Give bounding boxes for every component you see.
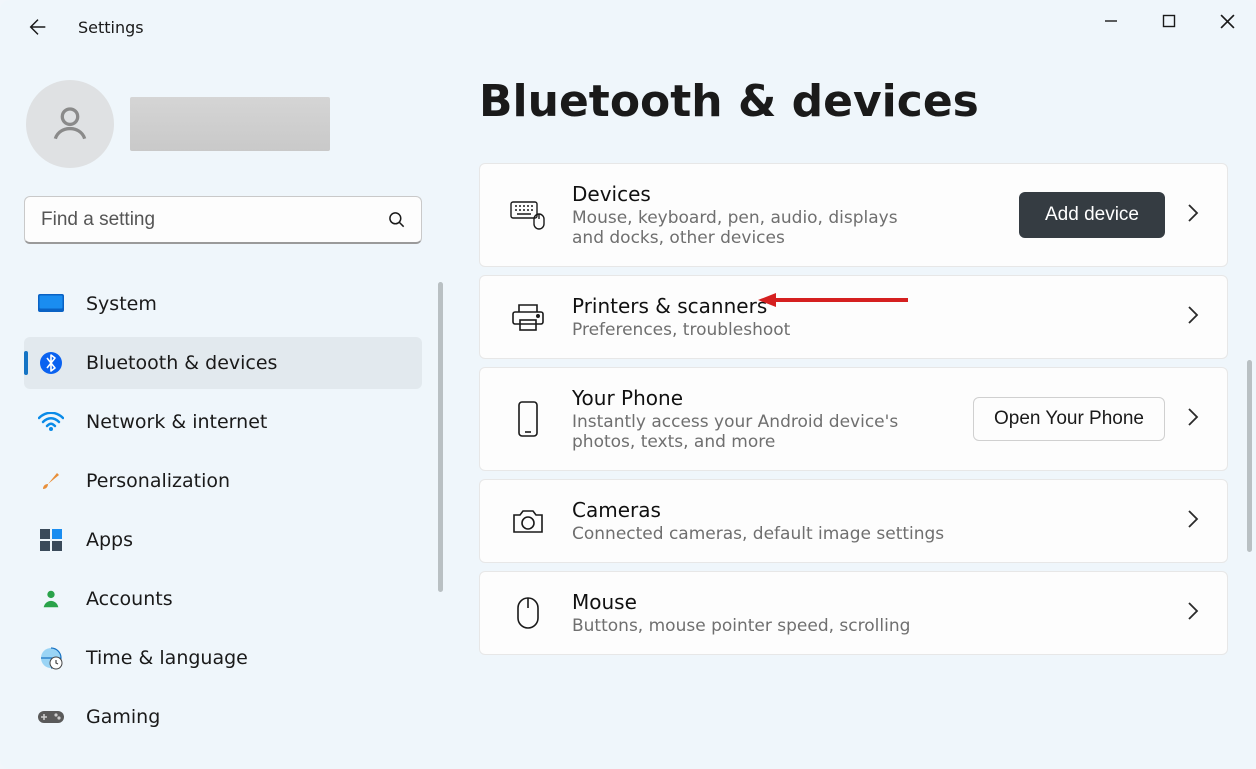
mouse-icon	[510, 593, 546, 633]
chevron-right-icon	[1187, 510, 1199, 533]
search-input[interactable]	[39, 208, 387, 232]
card-subtitle: Buttons, mouse pointer speed, scrolling	[572, 616, 1161, 636]
chevron-right-icon	[1187, 602, 1199, 625]
main-scrollbar[interactable]	[1247, 360, 1252, 552]
clock-globe-icon	[38, 645, 64, 671]
card-subtitle: Mouse, keyboard, pen, audio, displays an…	[572, 208, 932, 248]
sidebar-item-label: Apps	[86, 529, 133, 551]
back-button[interactable]	[18, 7, 58, 47]
sidebar-item-label: System	[86, 293, 157, 315]
search-icon	[387, 210, 407, 230]
chevron-right-icon	[1187, 408, 1199, 431]
card-subtitle: Connected cameras, default image setting…	[572, 524, 1161, 544]
wifi-icon	[38, 409, 64, 435]
card-title: Mouse	[572, 590, 1161, 614]
titlebar: Settings	[0, 0, 1256, 54]
bluetooth-icon	[38, 350, 64, 376]
sidebar-item-label: Accounts	[86, 588, 173, 610]
window-controls	[1082, 0, 1256, 42]
arrow-left-icon	[27, 16, 49, 38]
camera-icon	[510, 501, 546, 541]
card-subtitle: Instantly access your Android device's p…	[572, 412, 932, 452]
apps-icon	[38, 527, 64, 553]
card-cameras[interactable]: Cameras Connected cameras, default image…	[479, 479, 1228, 563]
brush-icon	[38, 468, 64, 494]
sidebar-item-time-language[interactable]: Time & language	[24, 632, 422, 684]
page-title: Bluetooth & devices	[479, 76, 1228, 127]
card-printers-scanners[interactable]: Printers & scanners Preferences, trouble…	[479, 275, 1228, 359]
user-row[interactable]	[26, 80, 455, 168]
card-title: Printers & scanners	[572, 294, 1161, 318]
minimize-button[interactable]	[1082, 0, 1140, 42]
sidebar-item-label: Time & language	[86, 647, 248, 669]
sidebar-item-gaming[interactable]: Gaming	[24, 691, 422, 743]
app-title: Settings	[78, 18, 144, 37]
sidebar-item-label: Personalization	[86, 470, 230, 492]
main-panel: Bluetooth & devices Devices Mouse, keybo…	[455, 54, 1256, 769]
sidebar-item-system[interactable]: System	[24, 278, 422, 330]
sidebar-item-personalization[interactable]: Personalization	[24, 455, 422, 507]
card-devices[interactable]: Devices Mouse, keyboard, pen, audio, dis…	[479, 163, 1228, 267]
sidebar-item-label: Network & internet	[86, 411, 267, 433]
card-mouse[interactable]: Mouse Buttons, mouse pointer speed, scro…	[479, 571, 1228, 655]
sidebar-item-apps[interactable]: Apps	[24, 514, 422, 566]
close-button[interactable]	[1198, 0, 1256, 42]
sidebar-item-bluetooth-devices[interactable]: Bluetooth & devices	[24, 337, 422, 389]
card-title: Devices	[572, 182, 993, 206]
sidebar-item-accounts[interactable]: Accounts	[24, 573, 422, 625]
sidebar-item-label: Bluetooth & devices	[86, 352, 277, 374]
card-subtitle: Preferences, troubleshoot	[572, 320, 932, 340]
avatar	[26, 80, 114, 168]
person-icon	[48, 102, 92, 146]
printer-icon	[510, 297, 546, 337]
maximize-button[interactable]	[1140, 0, 1198, 42]
open-your-phone-button[interactable]: Open Your Phone	[973, 397, 1165, 441]
sidebar: System Bluetooth & devices Network & int…	[0, 54, 455, 769]
chevron-right-icon	[1187, 306, 1199, 329]
keyboard-mouse-icon	[510, 195, 546, 235]
minimize-icon	[1104, 14, 1118, 28]
close-icon	[1220, 14, 1235, 29]
settings-window: Settings	[0, 0, 1256, 769]
search-box[interactable]	[24, 196, 422, 244]
sidebar-scrollbar[interactable]	[438, 282, 443, 592]
card-title: Cameras	[572, 498, 1161, 522]
nav-list: System Bluetooth & devices Network & int…	[24, 278, 455, 750]
card-title: Your Phone	[572, 386, 947, 410]
gamepad-icon	[38, 704, 64, 730]
chevron-right-icon	[1187, 204, 1199, 227]
sidebar-item-network-internet[interactable]: Network & internet	[24, 396, 422, 448]
maximize-icon	[1162, 14, 1176, 28]
add-device-button[interactable]: Add device	[1019, 192, 1165, 238]
person-icon	[38, 586, 64, 612]
user-name-redacted	[130, 97, 330, 151]
card-your-phone[interactable]: Your Phone Instantly access your Android…	[479, 367, 1228, 471]
sidebar-item-label: Gaming	[86, 706, 160, 728]
monitor-icon	[38, 291, 64, 317]
phone-icon	[510, 399, 546, 439]
